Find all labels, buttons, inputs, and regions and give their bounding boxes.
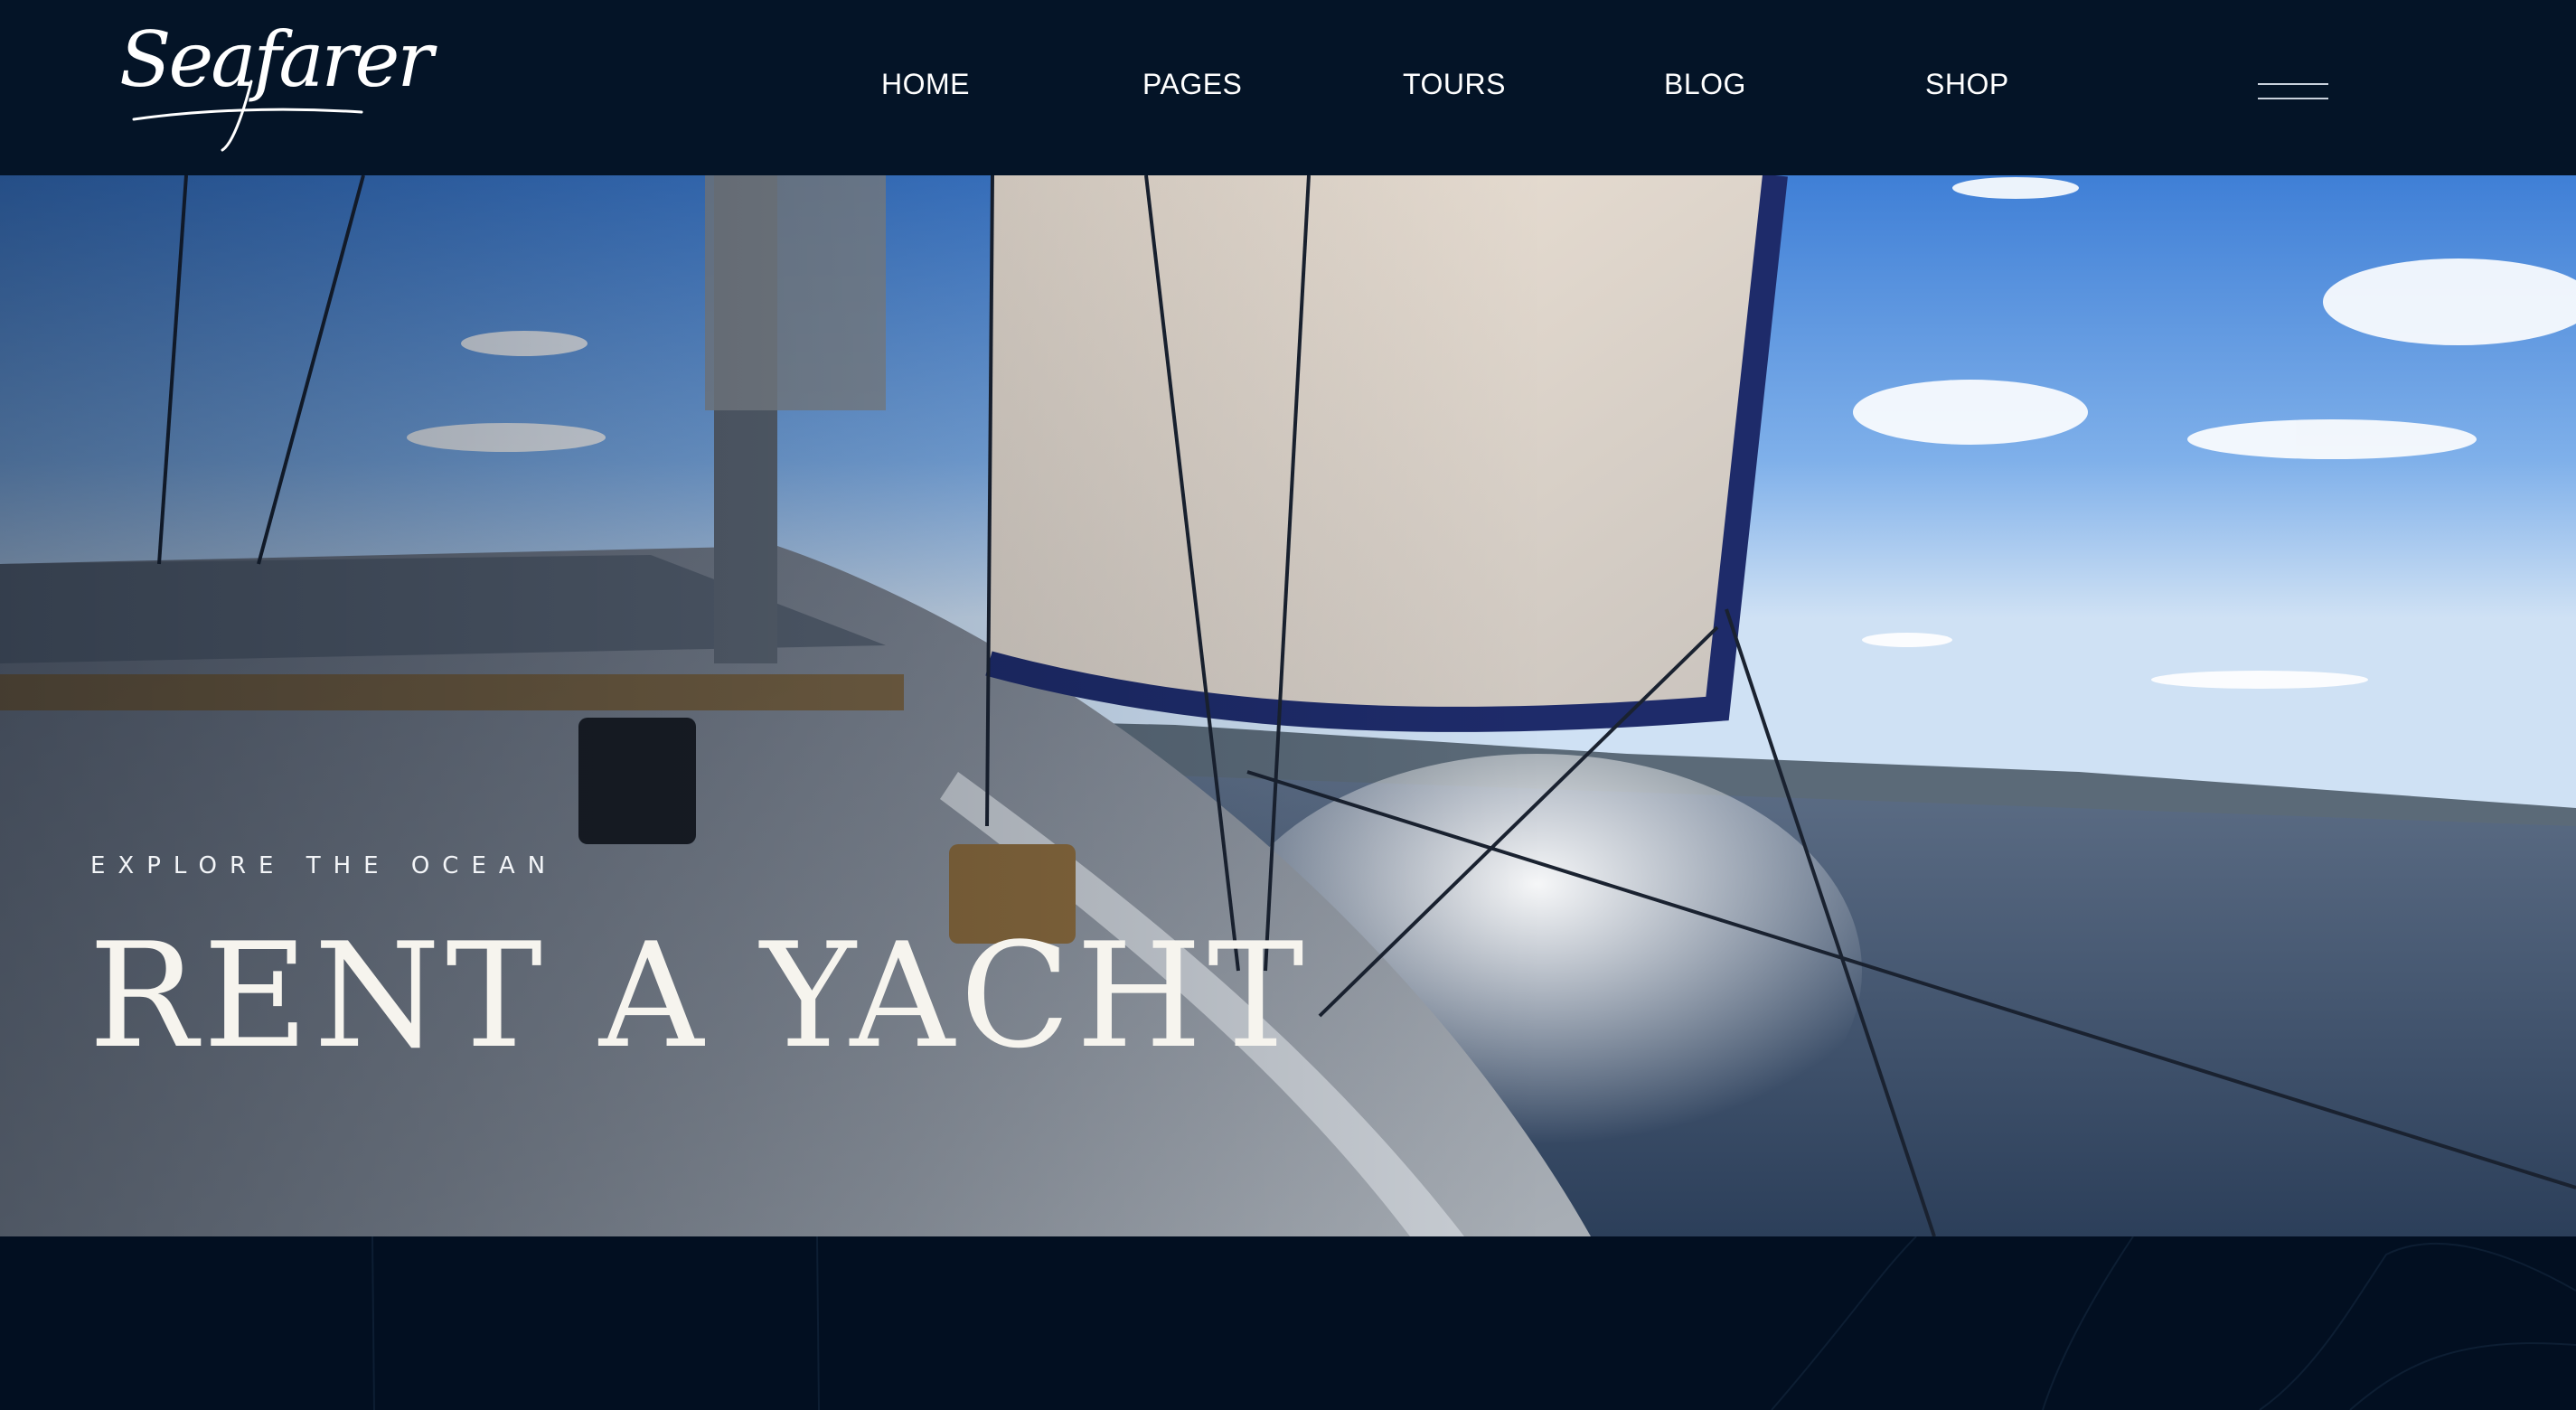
logo-flourish-icon bbox=[132, 80, 363, 152]
bottom-section bbox=[0, 1236, 2576, 1410]
nav-tours[interactable]: TOURS bbox=[1403, 66, 1506, 102]
hero-headline: RENT A YACHT bbox=[89, 911, 1310, 1080]
brand-logo[interactable]: Seafarer bbox=[116, 18, 434, 154]
menu-line bbox=[2258, 98, 2328, 99]
menu-line bbox=[2258, 83, 2328, 85]
topo-pattern bbox=[371, 1236, 2576, 1410]
hero-eyebrow: EXPLORE THE OCEAN bbox=[90, 852, 559, 879]
nav-blog[interactable]: BLOG bbox=[1664, 66, 1746, 102]
nav-home[interactable]: HOME bbox=[881, 66, 970, 102]
site-header: Seafarer HOME PAGES TOURS BLOG SHOP bbox=[0, 0, 2576, 175]
hamburger-icon[interactable] bbox=[2256, 80, 2332, 105]
nav-pages[interactable]: PAGES bbox=[1142, 66, 1242, 102]
nav-shop[interactable]: SHOP bbox=[1925, 66, 2009, 102]
